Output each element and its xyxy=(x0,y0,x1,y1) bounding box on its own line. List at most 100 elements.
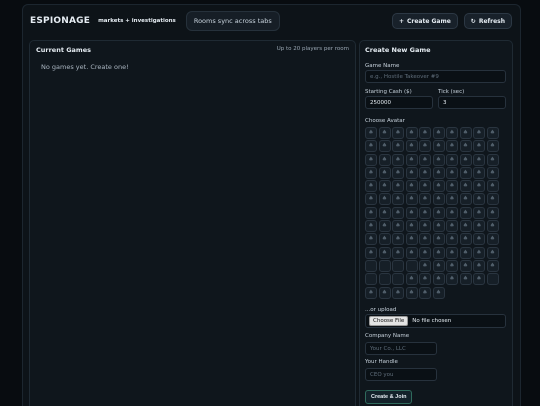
avatar-option[interactable]: ♠ xyxy=(459,166,472,179)
avatar-option[interactable]: ♠ xyxy=(392,180,404,193)
avatar-option[interactable]: ♠ xyxy=(446,127,458,139)
avatar-option[interactable]: ♠ xyxy=(365,166,377,179)
avatar-option[interactable]: ♠ xyxy=(405,140,418,153)
avatar-option[interactable]: ♠ xyxy=(405,127,418,139)
refresh-button[interactable]: ↻ Refresh xyxy=(463,13,512,29)
avatar-option[interactable]: ♠ xyxy=(365,259,377,272)
avatar-option[interactable]: ♠ xyxy=(419,193,431,206)
avatar-option[interactable]: ♠ xyxy=(392,166,404,179)
avatar-option[interactable]: ♠ xyxy=(365,206,377,219)
avatar-option[interactable]: ♠ xyxy=(459,259,472,272)
avatar-option[interactable]: ♠ xyxy=(419,286,431,299)
avatar-option[interactable]: ♠ xyxy=(486,220,499,233)
avatar-option[interactable]: ♠ xyxy=(473,259,485,272)
avatar-option[interactable]: ♠ xyxy=(378,153,391,166)
avatar-option[interactable]: ♠ xyxy=(392,246,404,259)
avatar-option[interactable]: ♠ xyxy=(392,286,404,299)
avatar-option[interactable]: ♠ xyxy=(446,220,458,233)
avatar-option[interactable]: ♠ xyxy=(419,166,431,179)
avatar-option[interactable]: ♠ xyxy=(419,273,431,286)
avatar-option[interactable]: ♠ xyxy=(446,246,458,259)
avatar-option[interactable]: ♠ xyxy=(432,140,445,153)
avatar-option[interactable]: ♠ xyxy=(446,153,458,166)
avatar-option[interactable]: ♠ xyxy=(446,259,458,272)
avatar-option[interactable]: ♠ xyxy=(432,273,445,286)
avatar-option[interactable]: ♠ xyxy=(419,180,431,193)
avatar-option[interactable]: ♠ xyxy=(446,140,458,153)
avatar-option[interactable]: ♠ xyxy=(392,140,404,153)
avatar-option[interactable]: ♠ xyxy=(392,233,404,246)
avatar-option[interactable]: ♠ xyxy=(486,153,499,166)
avatar-option[interactable]: ♠ xyxy=(473,153,485,166)
avatar-option[interactable]: ♠ xyxy=(378,140,391,153)
avatar-option[interactable]: ♠ xyxy=(365,153,377,166)
avatar-option[interactable]: ♠ xyxy=(459,193,472,206)
avatar-option[interactable]: ♠ xyxy=(378,273,391,286)
avatar-option[interactable]: ♠ xyxy=(365,127,377,139)
avatar-option[interactable]: ♠ xyxy=(459,273,472,286)
avatar-option[interactable]: ♠ xyxy=(446,180,458,193)
avatar-option[interactable]: ♠ xyxy=(392,273,404,286)
avatar-option[interactable]: ♠ xyxy=(392,206,404,219)
avatar-option[interactable]: ♠ xyxy=(446,233,458,246)
avatar-option[interactable]: ♠ xyxy=(486,140,499,153)
avatar-option[interactable]: ♠ xyxy=(365,140,377,153)
avatar-option[interactable]: ♠ xyxy=(378,180,391,193)
avatar-option[interactable]: ♠ xyxy=(486,273,499,286)
avatar-option[interactable]: ♠ xyxy=(473,246,485,259)
avatar-option[interactable]: ♠ xyxy=(365,286,377,299)
avatar-option[interactable]: ♠ xyxy=(486,246,499,259)
avatar-option[interactable]: ♠ xyxy=(392,193,404,206)
avatar-option[interactable]: ♠ xyxy=(432,153,445,166)
avatar-option[interactable]: ♠ xyxy=(473,180,485,193)
avatar-option[interactable]: ♠ xyxy=(432,180,445,193)
avatar-option[interactable]: ♠ xyxy=(392,153,404,166)
avatar-option[interactable]: ♠ xyxy=(392,220,404,233)
game-name-input[interactable]: e.g., Hostile Takeover #9 xyxy=(365,70,506,83)
tick-input[interactable]: 3 xyxy=(438,96,506,109)
avatar-option[interactable]: ♠ xyxy=(459,220,472,233)
avatar-option[interactable]: ♠ xyxy=(432,246,445,259)
avatar-option[interactable]: ♠ xyxy=(378,286,391,299)
avatar-option[interactable]: ♠ xyxy=(473,140,485,153)
avatar-option[interactable]: ♠ xyxy=(473,193,485,206)
avatar-option[interactable]: ♠ xyxy=(486,127,499,139)
avatar-option[interactable]: ♠ xyxy=(432,233,445,246)
avatar-option[interactable]: ♠ xyxy=(405,193,418,206)
avatar-option[interactable]: ♠ xyxy=(486,193,499,206)
avatar-option[interactable]: ♠ xyxy=(378,206,391,219)
avatar-option[interactable]: ♠ xyxy=(486,259,499,272)
avatar-option[interactable]: ♠ xyxy=(473,220,485,233)
avatar-option[interactable]: ♠ xyxy=(459,153,472,166)
avatar-option[interactable]: ♠ xyxy=(473,127,485,139)
avatar-option[interactable]: ♠ xyxy=(432,206,445,219)
avatar-option[interactable]: ♠ xyxy=(405,286,418,299)
avatar-option[interactable]: ♠ xyxy=(419,233,431,246)
avatar-option[interactable]: ♠ xyxy=(378,246,391,259)
avatar-option[interactable]: ♠ xyxy=(459,140,472,153)
avatar-option[interactable]: ♠ xyxy=(446,193,458,206)
avatar-option[interactable]: ♠ xyxy=(405,220,418,233)
create-and-join-button[interactable]: Create & Join xyxy=(365,390,413,404)
avatar-option[interactable]: ♠ xyxy=(378,259,391,272)
avatar-option[interactable]: ♠ xyxy=(459,127,472,139)
avatar-option[interactable]: ♠ xyxy=(473,273,485,286)
starting-cash-input[interactable]: 250000 xyxy=(365,96,433,109)
avatar-option[interactable]: ♠ xyxy=(405,153,418,166)
avatar-option[interactable]: ♠ xyxy=(365,246,377,259)
avatar-option[interactable]: ♠ xyxy=(405,166,418,179)
avatar-option[interactable]: ♠ xyxy=(365,193,377,206)
avatar-option[interactable]: ♠ xyxy=(473,233,485,246)
avatar-option[interactable]: ♠ xyxy=(378,166,391,179)
avatar-option[interactable]: ♠ xyxy=(419,127,431,139)
avatar-option[interactable]: ♠ xyxy=(378,127,391,139)
avatar-option[interactable]: ♠ xyxy=(405,259,418,272)
avatar-option[interactable]: ♠ xyxy=(432,259,445,272)
avatar-option[interactable]: ♠ xyxy=(405,206,418,219)
avatar-option[interactable]: ♠ xyxy=(419,153,431,166)
avatar-option[interactable]: ♠ xyxy=(419,206,431,219)
avatar-option[interactable]: ♠ xyxy=(486,180,499,193)
avatar-option[interactable]: ♠ xyxy=(405,246,418,259)
avatar-option[interactable]: ♠ xyxy=(459,206,472,219)
avatar-option[interactable]: ♠ xyxy=(378,193,391,206)
